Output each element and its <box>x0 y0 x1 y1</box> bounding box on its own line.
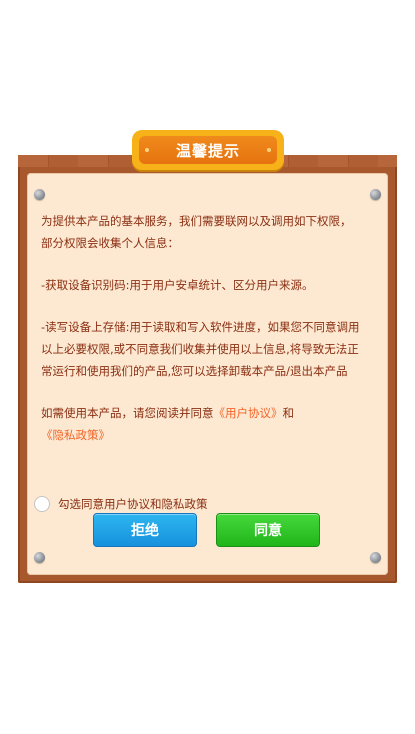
and-text: 和 <box>282 406 295 420</box>
agreement-prompt-text: 如需使用本产品，请您阅读并同意 <box>41 406 214 420</box>
reject-button[interactable]: 拒绝 <box>93 513 197 547</box>
rivet-icon <box>34 189 45 200</box>
dialog-content: 为提供本产品的基本服务，我们需要联网以及调用如下权限，部分权限会收集个人信息： … <box>41 210 361 466</box>
permission-intro-text: 为提供本产品的基本服务，我们需要联网以及调用如下权限，部分权限会收集个人信息： <box>41 214 352 250</box>
agree-button[interactable]: 同意 <box>216 513 320 547</box>
rivet-icon <box>34 552 45 563</box>
dialog-title: 温馨提示 <box>175 141 240 160</box>
agreement-prompt: 如需使用本产品，请您阅读并同意《用户协议》和《隐私政策》 <box>41 402 361 446</box>
consent-checkbox-row[interactable]: 勾选同意用户协议和隐私政策 <box>34 494 208 514</box>
privacy-policy-link[interactable]: 《隐私政策》 <box>41 428 110 442</box>
consent-checkbox[interactable] <box>34 496 50 512</box>
consent-checkbox-label[interactable]: 勾选同意用户协议和隐私政策 <box>58 496 208 512</box>
storage-permission-text: -读写设备上存储:用于读取和写入软件进度，如果您不同意调用以上必要权限,或不同意… <box>41 320 360 378</box>
dialog-title-plate: 温馨提示 <box>132 130 284 170</box>
user-agreement-link[interactable]: 《用户协议》 <box>214 406 283 420</box>
decorative-dot-icon <box>267 148 271 152</box>
device-id-permission-text: -获取设备识别码:用于用户安卓统计、区分用户来源。 <box>41 278 314 292</box>
rivet-icon <box>370 189 381 200</box>
decorative-dot-icon <box>145 148 149 152</box>
rivet-icon <box>370 552 381 563</box>
